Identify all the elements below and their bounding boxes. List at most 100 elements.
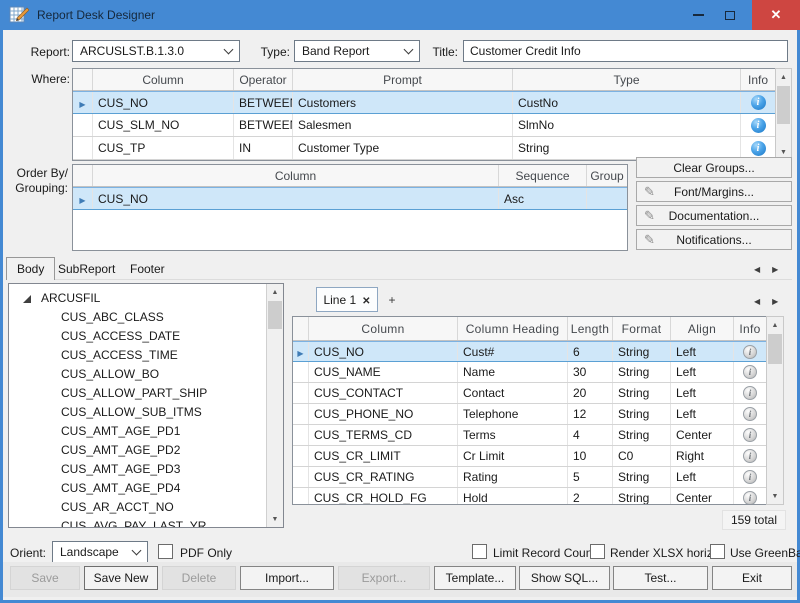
import-button[interactable]: Import...: [240, 566, 334, 590]
cell-column[interactable]: CUS_NO: [93, 92, 234, 113]
cell-group[interactable]: [587, 188, 627, 209]
cell-length[interactable]: 20: [568, 383, 613, 403]
cell-length[interactable]: 4: [568, 425, 613, 445]
cell-column[interactable]: CUS_NAME: [309, 362, 458, 382]
cell-heading[interactable]: Rating: [458, 467, 568, 487]
close-icon[interactable]: [752, 0, 800, 30]
tree-scrollbar[interactable]: [266, 284, 283, 527]
table-row[interactable]: CUS_NO BETWEEN Customers CustNo: [73, 91, 775, 114]
tree-item[interactable]: CUS_ALLOW_SUB_ITMS: [9, 402, 283, 421]
cell-length[interactable]: 10: [568, 446, 613, 466]
cell-align[interactable]: Left: [671, 383, 734, 403]
where-scrollbar[interactable]: [775, 68, 792, 161]
cell-format[interactable]: String: [613, 425, 671, 445]
cell-align[interactable]: Right: [671, 446, 734, 466]
header-length[interactable]: Length: [568, 317, 613, 340]
cell-column[interactable]: CUS_CR_RATING: [309, 467, 458, 487]
cell-operator[interactable]: BETWEEN: [234, 114, 293, 136]
cell-length[interactable]: 12: [568, 404, 613, 424]
scroll-down-icon[interactable]: [267, 511, 283, 527]
cell-column[interactable]: CUS_PHONE_NO: [309, 404, 458, 424]
use-greenbar-checkbox[interactable]: [710, 544, 725, 559]
documentation-button[interactable]: Documentation...: [636, 205, 792, 226]
cell-heading[interactable]: Hold: [458, 488, 568, 505]
table-row[interactable]: CUS_CONTACT Contact 20 String Left: [293, 383, 766, 404]
table-row[interactable]: CUS_PHONE_NO Telephone 12 String Left: [293, 404, 766, 425]
tree-item[interactable]: CUS_AMT_AGE_PD3: [9, 459, 283, 478]
table-row[interactable]: CUS_CR_RATING Rating 5 String Left: [293, 467, 766, 488]
cell-align[interactable]: Left: [671, 342, 734, 361]
table-row[interactable]: CUS_NAME Name 30 String Left: [293, 362, 766, 383]
type-combobox[interactable]: Band Report: [294, 40, 420, 62]
cell-column[interactable]: CUS_NO: [93, 188, 499, 209]
cell-column[interactable]: CUS_NO: [309, 342, 458, 361]
cell-format[interactable]: String: [613, 362, 671, 382]
header-prompt[interactable]: Prompt: [293, 69, 513, 90]
info-icon[interactable]: [751, 95, 766, 110]
cell-align[interactable]: Left: [671, 404, 734, 424]
header-group[interactable]: Group: [587, 165, 627, 186]
scroll-down-icon[interactable]: [767, 488, 783, 504]
cell-format[interactable]: String: [613, 404, 671, 424]
add-line-tab[interactable]: +: [382, 287, 402, 312]
cell-heading[interactable]: Contact: [458, 383, 568, 403]
header-format[interactable]: Format: [613, 317, 671, 340]
scrollbar-thumb[interactable]: [268, 301, 282, 329]
cell-align[interactable]: Left: [671, 362, 734, 382]
cell-heading[interactable]: Name: [458, 362, 568, 382]
tab-line-1[interactable]: Line 1: [316, 287, 378, 312]
cell-type[interactable]: SlmNo: [513, 114, 741, 136]
table-row[interactable]: CUS_SLM_NO BETWEEN Salesmen SlmNo: [73, 114, 775, 137]
tree-item[interactable]: CUS_ACCESS_DATE: [9, 326, 283, 345]
title-input[interactable]: [463, 40, 788, 62]
cell-length[interactable]: 5: [568, 467, 613, 487]
cell-length[interactable]: 2: [568, 488, 613, 505]
header-column[interactable]: Column: [93, 69, 234, 90]
info-icon[interactable]: [743, 428, 757, 442]
template-button[interactable]: Template...: [434, 566, 516, 590]
cell-align[interactable]: Center: [671, 488, 734, 505]
cell-length[interactable]: 6: [568, 342, 613, 361]
cell-heading[interactable]: Terms: [458, 425, 568, 445]
tree-item[interactable]: CUS_AMT_AGE_PD1: [9, 421, 283, 440]
cell-format[interactable]: String: [613, 383, 671, 403]
header-column[interactable]: Column: [309, 317, 458, 340]
tree-expanded-icon[interactable]: [23, 295, 31, 303]
info-icon[interactable]: [743, 491, 757, 505]
tab-subreport[interactable]: SubReport: [48, 257, 125, 280]
clear-groups-button[interactable]: Clear Groups...: [636, 157, 792, 178]
table-row[interactable]: CUS_CR_HOLD_FG Hold 2 String Center: [293, 488, 766, 505]
header-operator[interactable]: Operator: [234, 69, 293, 90]
info-icon[interactable]: [751, 118, 766, 133]
tree-item[interactable]: CUS_ALLOW_BO: [9, 364, 283, 383]
line-grid-scrollbar[interactable]: [766, 316, 784, 505]
tree-item[interactable]: CUS_AMT_AGE_PD2: [9, 440, 283, 459]
cell-column[interactable]: CUS_TP: [93, 137, 234, 159]
tab-next-icon[interactable]: [772, 293, 778, 307]
cell-operator[interactable]: BETWEEN: [234, 92, 293, 113]
cell-format[interactable]: String: [613, 488, 671, 505]
font-margins-button[interactable]: Font/Margins...: [636, 181, 792, 202]
info-icon[interactable]: [743, 365, 757, 379]
tab-footer[interactable]: Footer: [120, 257, 175, 280]
exit-button[interactable]: Exit: [712, 566, 792, 590]
cell-sequence[interactable]: Asc: [499, 188, 587, 209]
report-combobox[interactable]: ARCUSLST.B.1.3.0: [72, 40, 240, 62]
scrollbar-thumb[interactable]: [777, 86, 790, 124]
tree-item[interactable]: CUS_ABC_CLASS: [9, 307, 283, 326]
scroll-up-icon[interactable]: [776, 69, 791, 85]
header-type[interactable]: Type: [513, 69, 741, 90]
maximize-icon[interactable]: [714, 0, 746, 30]
table-row[interactable]: CUS_NO Cust# 6 String Left: [293, 341, 766, 362]
cell-align[interactable]: Left: [671, 467, 734, 487]
info-icon[interactable]: [743, 470, 757, 484]
cell-column[interactable]: CUS_CR_LIMIT: [309, 446, 458, 466]
pdf-only-checkbox[interactable]: [158, 544, 173, 559]
scrollbar-thumb[interactable]: [768, 334, 782, 364]
tree-item[interactable]: CUS_ACCESS_TIME: [9, 345, 283, 364]
tree-item[interactable]: CUS_AVG_PAY_LAST_YR: [9, 516, 283, 528]
cell-column[interactable]: CUS_CR_HOLD_FG: [309, 488, 458, 505]
cell-prompt[interactable]: Salesmen: [293, 114, 513, 136]
tree-item[interactable]: CUS_ALLOW_PART_SHIP: [9, 383, 283, 402]
cell-align[interactable]: Center: [671, 425, 734, 445]
